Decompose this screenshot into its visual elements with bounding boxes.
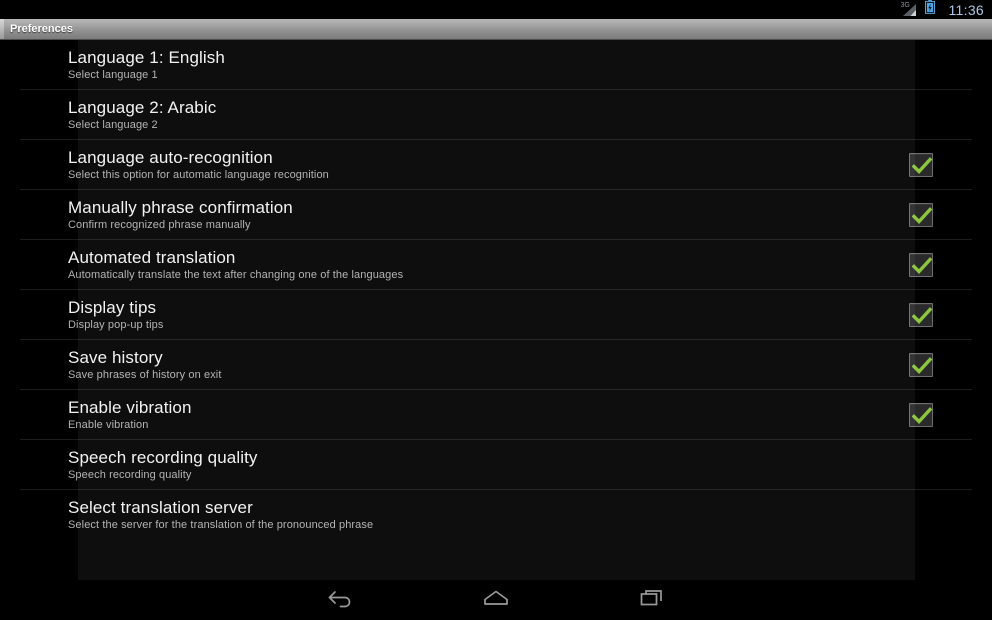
recents-icon	[638, 587, 666, 614]
preference-row[interactable]: Automated translation Automatically trans…	[20, 240, 972, 290]
preference-row-texts: Language 1: English Select language 1	[68, 48, 906, 82]
preference-row-texts: Display tips Display pop-up tips	[68, 298, 906, 332]
system-navigation-bar	[0, 581, 992, 620]
preference-row-texts: Language auto-recognition Select this opt…	[68, 148, 906, 182]
preference-row[interactable]: Enable vibration Enable vibration	[20, 390, 972, 440]
preference-widget-slot	[906, 252, 936, 277]
home-button[interactable]	[468, 586, 524, 616]
preference-row-texts: Enable vibration Enable vibration	[68, 398, 906, 432]
preference-checkbox[interactable]	[909, 302, 933, 327]
preference-title: Language 2: Arabic	[68, 97, 217, 117]
preference-summary: Select the server for the translation of…	[68, 519, 374, 531]
preference-summary: Speech recording quality	[68, 468, 192, 481]
back-button[interactable]	[312, 586, 368, 616]
battery-icon	[924, 0, 935, 19]
home-icon	[481, 587, 511, 614]
preference-title: Speech recording quality	[68, 447, 258, 467]
preference-checkbox[interactable]	[909, 252, 933, 277]
preferences-list: Language 1: English Select language 1 Lang…	[0, 40, 992, 540]
preference-title: Automated translation	[68, 247, 236, 267]
preference-summary: Automatically translate the text after c…	[68, 268, 404, 281]
preference-row[interactable]: Language 1: English Select language 1	[20, 40, 972, 90]
preference-row[interactable]: Save history Save phrases of history on e…	[20, 340, 972, 390]
preference-summary: Select this option for automatic languag…	[68, 168, 329, 181]
preference-widget-slot	[906, 152, 936, 177]
preference-widget-slot	[906, 402, 936, 427]
recents-button[interactable]	[624, 586, 680, 616]
preference-summary: Save phrases of history on exit	[68, 368, 222, 381]
preference-summary: Select language 1	[68, 68, 158, 81]
preference-row[interactable]: Language 2: Arabic Select language 2	[20, 90, 972, 140]
preference-row[interactable]: Language auto-recognition Select this opt…	[20, 140, 972, 190]
preference-row[interactable]: Speech recording quality Speech recording…	[20, 440, 972, 490]
preference-title: Display tips	[68, 297, 157, 317]
preference-title: Save history	[68, 347, 163, 367]
status-bar-clock: 11:36	[948, 1, 984, 18]
page-title: Preferences	[10, 23, 73, 35]
preference-widget-slot	[906, 352, 936, 377]
preference-row-texts: Speech recording quality Speech recording…	[68, 448, 906, 482]
preference-checkbox[interactable]	[909, 352, 933, 377]
preference-row-texts: Automated translation Automatically trans…	[68, 248, 906, 282]
device-screen: 3G 11:36 Preferences Language 1: English…	[0, 0, 992, 620]
preference-row-texts: Save history Save phrases of history on e…	[68, 348, 906, 382]
preference-title: Language 1: English	[68, 47, 225, 67]
preference-title: Manually phrase confirmation	[68, 197, 293, 217]
preference-summary: Confirm recognized phrase manually	[68, 218, 251, 231]
preference-row[interactable]: Manually phrase confirmation Confirm reco…	[20, 190, 972, 240]
title-bar-accent	[0, 19, 4, 39]
back-icon	[326, 587, 354, 614]
preference-checkbox[interactable]	[909, 402, 933, 427]
status-bar: 3G 11:36	[0, 0, 992, 19]
signal-bars-icon: 3G	[900, 1, 918, 17]
preferences-content: Language 1: English Select language 1 Lang…	[0, 40, 992, 581]
preference-checkbox[interactable]	[909, 152, 933, 177]
title-bar: Preferences	[0, 19, 992, 40]
preference-row-texts: Select translation server Select the serv…	[68, 498, 906, 532]
preference-row-texts: Language 2: Arabic Select language 2	[68, 98, 906, 132]
preference-widget-slot	[906, 302, 936, 327]
network-type-label: 3G	[900, 1, 910, 9]
preference-row[interactable]: Display tips Display pop-up tips	[20, 290, 972, 340]
preference-title: Language auto-recognition	[68, 147, 273, 167]
preference-summary: Display pop-up tips	[68, 318, 164, 331]
preference-row[interactable]: Select translation server Select the serv…	[20, 490, 972, 540]
preference-title: Enable vibration	[68, 397, 192, 417]
preference-summary: Select language 2	[68, 118, 158, 131]
preference-widget-slot	[906, 202, 936, 227]
preference-row-texts: Manually phrase confirmation Confirm reco…	[68, 198, 906, 232]
status-bar-icons: 3G 11:36	[900, 0, 985, 19]
preference-summary: Enable vibration	[68, 418, 149, 431]
preference-checkbox[interactable]	[909, 202, 933, 227]
preference-title: Select translation server	[68, 498, 253, 517]
